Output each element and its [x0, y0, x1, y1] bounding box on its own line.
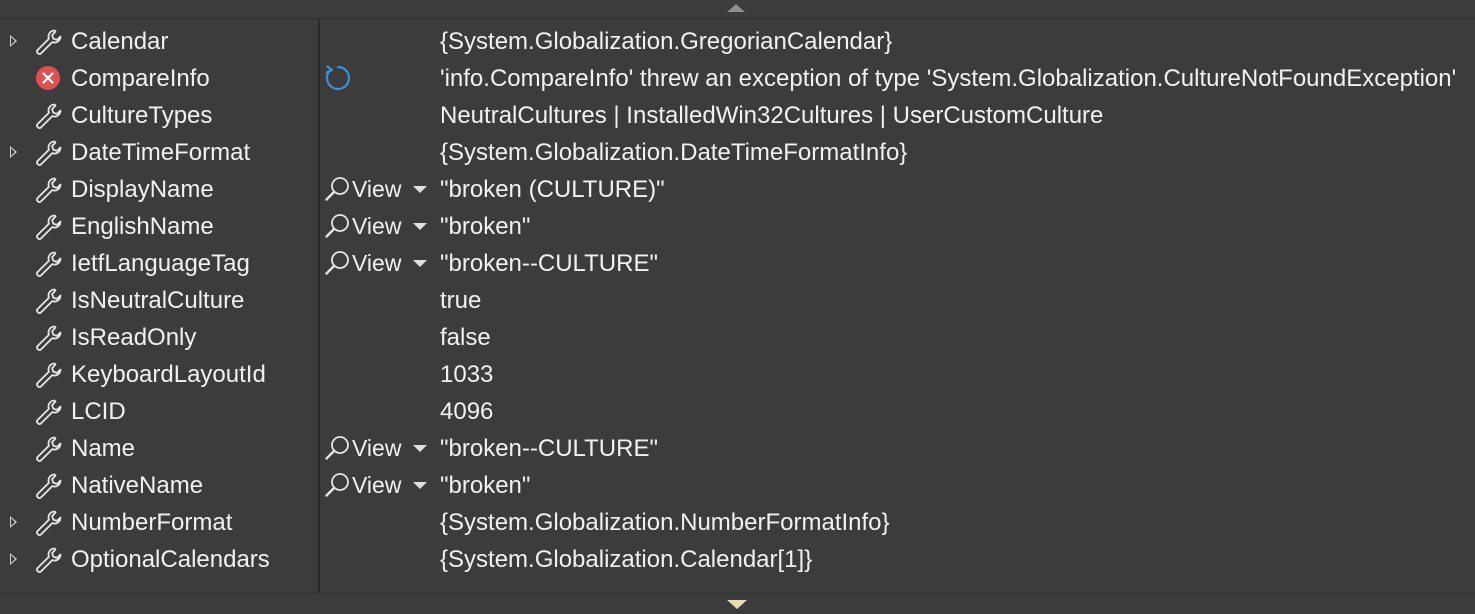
property-value[interactable]: "broken": [440, 212, 1470, 242]
property-value[interactable]: {System.Globalization.NumberFormatInfo}: [440, 508, 1470, 538]
wrench-icon: [34, 287, 64, 315]
property-name: NumberFormat: [71, 509, 233, 536]
property-name: EnglishName: [71, 213, 214, 240]
wrench-icon: [34, 176, 64, 204]
refresh-icon[interactable]: [322, 62, 354, 94]
property-name: IsNeutralCulture: [71, 287, 245, 314]
property-name: KeyboardLayoutId: [71, 361, 266, 388]
property-row-compareinfo[interactable]: CompareInfo 'info.CompareInfo' threw an e…: [0, 59, 1475, 96]
wrench-icon: [34, 435, 64, 463]
property-value[interactable]: "broken--CULTURE": [440, 434, 1470, 464]
property-row-numberformat[interactable]: NumberFormat {System.Globalization.Number…: [0, 503, 1475, 540]
property-name: LCID: [71, 398, 126, 425]
property-name: OptionalCalendars: [71, 546, 270, 573]
error-icon: [34, 65, 64, 93]
text-visualizer-button[interactable]: View: [322, 434, 434, 464]
expand-arrow-icon[interactable]: [10, 553, 17, 565]
magnifier-icon[interactable]: [322, 471, 352, 501]
text-visualizer-button[interactable]: View: [322, 212, 434, 242]
wrench-icon: [34, 361, 64, 389]
property-name: IetfLanguageTag: [71, 250, 250, 277]
property-value[interactable]: 1033: [440, 360, 1470, 390]
chevron-up-icon[interactable]: [727, 4, 745, 12]
view-label[interactable]: View: [352, 175, 401, 203]
property-name: CompareInfo: [71, 65, 210, 92]
property-name: IsReadOnly: [71, 324, 197, 351]
magnifier-icon[interactable]: [322, 434, 352, 464]
property-row-nativename[interactable]: NativeName View "broken": [0, 466, 1475, 503]
property-name: CultureTypes: [71, 102, 213, 129]
view-label[interactable]: View: [352, 434, 401, 462]
property-row-isreadonly[interactable]: IsReadOnly false: [0, 318, 1475, 355]
property-name: NativeName: [71, 472, 204, 499]
property-value[interactable]: true: [440, 286, 1470, 316]
debugger-watch-panel: Calendar {System.Globalization.GregorianC…: [0, 0, 1475, 614]
text-visualizer-button[interactable]: View: [322, 471, 434, 501]
magnifier-icon[interactable]: [322, 175, 352, 205]
text-visualizer-button[interactable]: View: [322, 175, 434, 205]
wrench-icon: [34, 546, 64, 574]
expand-arrow-icon[interactable]: [10, 35, 17, 47]
property-row-lcid[interactable]: LCID 4096: [0, 392, 1475, 429]
dropdown-caret-icon[interactable]: [413, 482, 427, 489]
property-row-name[interactable]: Name View "broken--CULTURE": [0, 429, 1475, 466]
property-row-culturetypes[interactable]: CultureTypes NeutralCultures | InstalledW…: [0, 96, 1475, 133]
property-name: DateTimeFormat: [71, 139, 251, 166]
property-value[interactable]: {System.Globalization.Calendar[1]}: [440, 545, 1470, 575]
wrench-icon: [34, 250, 64, 278]
property-value[interactable]: NeutralCultures | InstalledWin32Cultures…: [440, 101, 1470, 131]
view-label[interactable]: View: [352, 249, 401, 277]
property-row-ietflanguagetag[interactable]: IetfLanguageTag View "broken--CULTURE": [0, 244, 1475, 281]
magnifier-icon[interactable]: [322, 212, 352, 242]
dropdown-caret-icon[interactable]: [413, 223, 427, 230]
wrench-icon: [34, 509, 64, 537]
property-row-optionalcalendars[interactable]: OptionalCalendars {System.Globalization.C…: [0, 540, 1475, 577]
property-name: Calendar: [71, 28, 169, 55]
wrench-icon: [34, 102, 64, 130]
expand-arrow-icon[interactable]: [10, 146, 17, 158]
magnifier-icon[interactable]: [322, 249, 352, 279]
scroll-down-button[interactable]: [0, 593, 1475, 614]
property-value[interactable]: "broken--CULTURE": [440, 249, 1470, 279]
wrench-icon: [34, 398, 64, 426]
property-row-englishname[interactable]: EnglishName View "broken": [0, 207, 1475, 244]
scroll-up-button[interactable]: [0, 0, 1475, 19]
expand-arrow-icon[interactable]: [10, 516, 17, 528]
view-label[interactable]: View: [352, 471, 401, 499]
property-value[interactable]: "broken": [440, 471, 1470, 501]
property-value[interactable]: "broken (CULTURE)": [440, 175, 1470, 205]
property-row-calendar[interactable]: Calendar {System.Globalization.GregorianC…: [0, 22, 1475, 59]
wrench-icon: [34, 324, 64, 352]
wrench-icon: [34, 139, 64, 167]
property-grid: Calendar {System.Globalization.GregorianC…: [0, 19, 1475, 593]
property-row-datetimeformat[interactable]: DateTimeFormat {System.Globalization.Date…: [0, 133, 1475, 170]
property-row-displayname[interactable]: DisplayName View "broken (CULTURE)": [0, 170, 1475, 207]
property-value[interactable]: {System.Globalization.GregorianCalendar}: [440, 27, 1470, 57]
dropdown-caret-icon[interactable]: [413, 186, 427, 193]
wrench-icon: [34, 472, 64, 500]
wrench-icon: [34, 213, 64, 241]
property-value[interactable]: 'info.CompareInfo' threw an exception of…: [440, 64, 1470, 94]
property-value[interactable]: {System.Globalization.DateTimeFormatInfo…: [440, 138, 1470, 168]
property-value[interactable]: false: [440, 323, 1470, 353]
property-name: Name: [71, 435, 136, 462]
text-visualizer-button[interactable]: View: [322, 249, 434, 279]
property-value[interactable]: 4096: [440, 397, 1470, 427]
property-name: DisplayName: [71, 176, 214, 203]
property-row-isneutralculture[interactable]: IsNeutralCulture true: [0, 281, 1475, 318]
chevron-down-icon[interactable]: [727, 600, 747, 609]
dropdown-caret-icon[interactable]: [413, 260, 427, 267]
wrench-icon: [34, 28, 64, 56]
dropdown-caret-icon[interactable]: [413, 445, 427, 452]
view-label[interactable]: View: [352, 212, 401, 240]
property-row-keyboardlayoutid[interactable]: KeyboardLayoutId 1033: [0, 355, 1475, 392]
